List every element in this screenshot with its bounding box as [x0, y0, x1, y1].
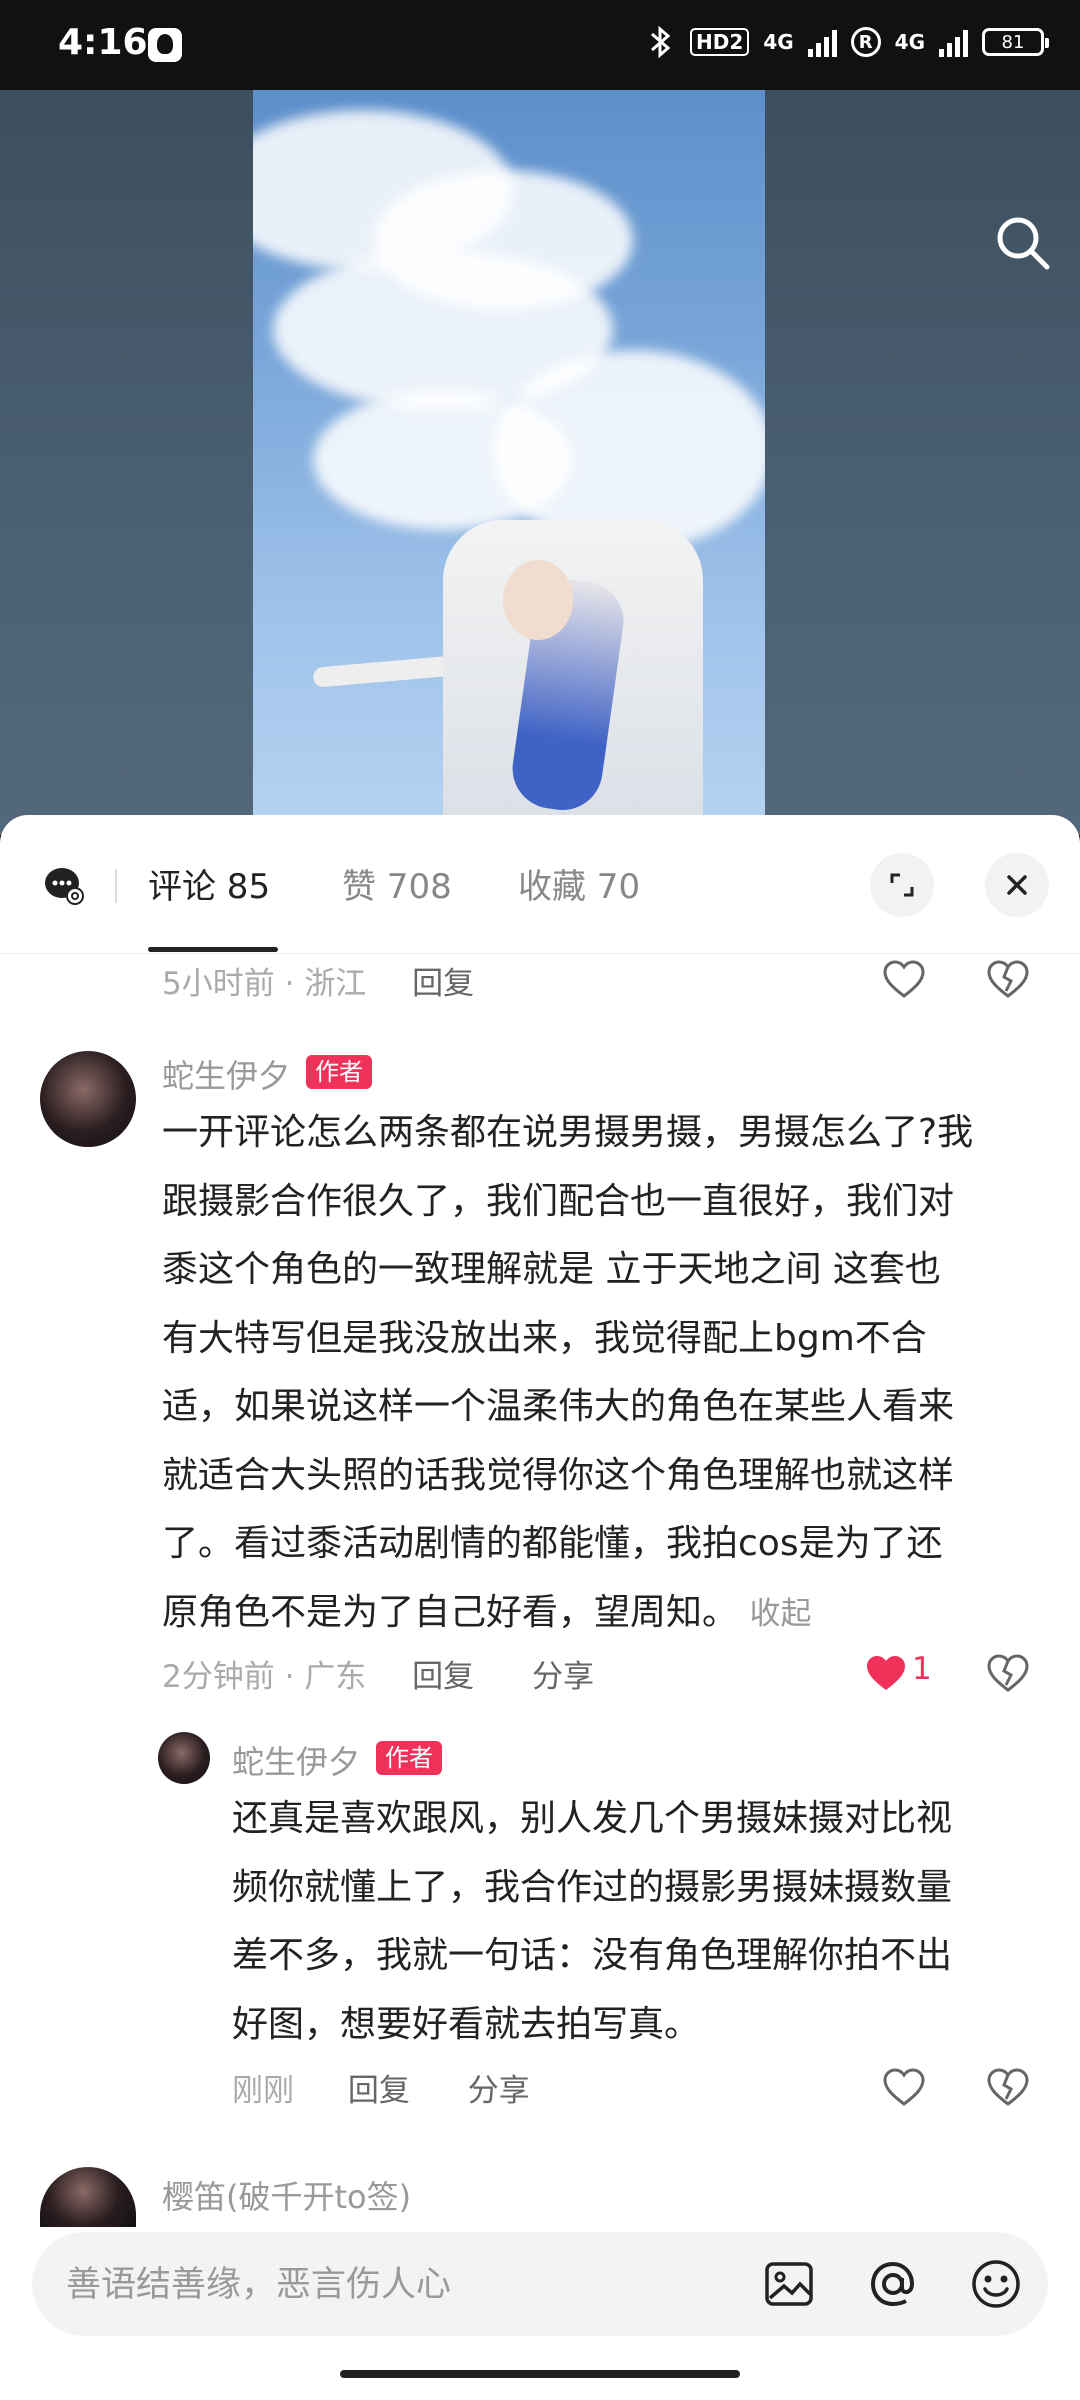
like-heart-filled-icon[interactable] [864, 1653, 908, 1693]
status-time: 4:16 [58, 22, 148, 63]
battery-level: 81 [1001, 31, 1025, 53]
reply-share-button[interactable]: 分享 [468, 2073, 530, 2109]
status-bar: 4:16 HD2 4G R 4G 81 [0, 0, 1080, 90]
prev-comment-meta: 5小时前 · 浙江 回复 [162, 966, 475, 1002]
comment-line: 有大特写但是我没放出来，我觉得配上bgm不合 [162, 1317, 927, 1359]
comment-input[interactable] [64, 2232, 728, 2338]
close-icon [1007, 875, 1027, 895]
author-comment-meta: 2分钟前 · 广东 回复 分享 [162, 1659, 595, 1695]
close-button[interactable] [985, 853, 1049, 917]
reply-line: 还真是喜欢跟风，别人发几个男摄妹摄对比视 [232, 1798, 953, 1839]
prev-like-heart-icon[interactable] [882, 959, 926, 999]
reply-meta: 刚刚 回复 分享 [232, 2065, 530, 2110]
comment-input-bar [32, 2232, 1048, 2338]
reply-text: 还真是喜欢跟风，别人发几个男摄妹摄对比视 频你就懂上了，我合作过的摄影男摄妹摄数… [232, 1785, 1052, 2059]
signal-icon [807, 27, 837, 57]
reply-author-name[interactable]: 蛇生伊夕 [232, 1737, 360, 1783]
status-indicators: HD2 4G R 4G 81 [646, 24, 1049, 60]
prev-comment-reply-button[interactable]: 回复 [412, 966, 474, 1002]
reply-line: 差不多，我就一句话：没有角色理解你拍不出 [232, 1935, 953, 1976]
reply-reply-button[interactable]: 回复 [348, 2073, 410, 2109]
bluetooth-icon [651, 25, 671, 59]
author-name[interactable]: 蛇生伊夕 [162, 1051, 290, 1097]
qq-icon [148, 28, 182, 62]
tab-active-indicator [148, 947, 278, 952]
network-4g-label-2: 4G [894, 30, 925, 54]
comment-line: 黍这个角色的一致理解就是 立于天地之间 这套也 [162, 1249, 941, 1290]
expand-icon [890, 873, 914, 897]
reply-line: 频你就懂上了，我合作过的摄影男摄妹摄数量 [232, 1866, 953, 1908]
tab-bar: 评论 85 赞 708 收藏 70 [0, 815, 1080, 954]
comment-share-button[interactable]: 分享 [532, 1659, 594, 1695]
signal-icon-2 [939, 27, 968, 57]
expand-button[interactable] [870, 853, 934, 917]
comment-location: 广东 [304, 1659, 367, 1695]
search-icon[interactable] [994, 214, 1052, 272]
comment-sheet: 评论 85 赞 708 收藏 70 5小时前 · 浙江 回复 蛇生伊夕 作者 一… [0, 815, 1080, 2400]
comment-settings-icon[interactable] [44, 865, 84, 905]
video-preview[interactable] [0, 90, 1080, 835]
dislike-heart-icon[interactable] [986, 1653, 1030, 1693]
comment-line: 就适合大头照的话我觉得你这个角色理解也就这样 [162, 1454, 955, 1496]
cosplay-photo [253, 90, 765, 835]
prev-dislike-heart-icon[interactable] [986, 959, 1030, 999]
mention-icon[interactable] [865, 2256, 921, 2312]
collapse-link[interactable]: 收起 [749, 1596, 811, 1632]
tab-likes[interactable]: 赞 708 [342, 859, 452, 908]
prev-comment-time: 5小时前 [162, 966, 275, 1002]
comment-time: 2分钟前 [162, 1659, 275, 1695]
battery-icon: 81 [982, 28, 1049, 56]
emoji-icon[interactable] [968, 2256, 1024, 2312]
hd-voice-icon: HD2 [690, 28, 750, 56]
reply-like-heart-icon[interactable] [882, 2067, 926, 2107]
next-avatar[interactable] [40, 2167, 136, 2227]
comment-line: 跟摄影合作很久了，我们配合也一直很好，我们对 [162, 1180, 955, 1222]
comment-line: 一开评论怎么两条都在说男摄男摄，男摄怎么了?我 [162, 1112, 974, 1153]
comment-reply-button[interactable]: 回复 [412, 1659, 474, 1695]
comment-line: 原角色不是为了自己好看，望周知。 收起 [162, 1579, 1062, 1649]
author-badge: 作者 [306, 1055, 372, 1089]
comment-line: 适，如果说这样一个温柔伟大的角色在某些人看来 [162, 1386, 955, 1427]
tab-comments[interactable]: 评论 85 [148, 859, 270, 908]
reply-avatar[interactable] [158, 1732, 210, 1784]
comment-line: 了。看过黍活动剧情的都能懂，我拍cos是为了还 [162, 1523, 943, 1564]
reply-dislike-heart-icon[interactable] [986, 2067, 1030, 2107]
tab-divider [115, 869, 117, 903]
home-indicator[interactable] [340, 2370, 740, 2378]
reply-line: 好图，想要好看就去拍写真。 [232, 2003, 701, 2045]
roaming-icon: R [850, 27, 881, 57]
prev-comment-location: 浙江 [304, 966, 367, 1002]
author-avatar[interactable] [40, 1051, 136, 1147]
reply-author-badge: 作者 [376, 1741, 442, 1775]
like-count: 1 [912, 1651, 932, 1687]
next-author-name[interactable]: 樱笛(破千开to签) [162, 2172, 411, 2218]
network-4g-label: 4G [763, 30, 794, 54]
tab-favorites[interactable]: 收藏 70 [518, 859, 640, 908]
comment-line-last: 原角色不是为了自己好看，望周知。 [162, 1591, 739, 1633]
author-comment-text: 一开评论怎么两条都在说男摄男摄，男摄怎么了?我 跟摄影合作很久了，我们配合也一直… [162, 1099, 1062, 1648]
reply-time: 刚刚 [232, 2073, 294, 2109]
image-picker-icon[interactable] [762, 2256, 818, 2312]
